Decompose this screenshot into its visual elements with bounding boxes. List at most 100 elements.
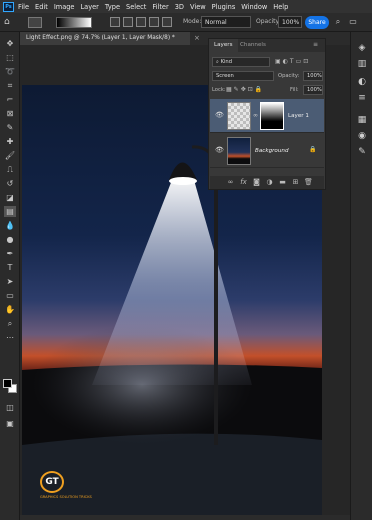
opacity-input[interactable]: 100% <box>278 16 302 28</box>
properties-icon[interactable]: ≡ <box>356 92 368 104</box>
layer-name: Layer 1 <box>288 113 309 119</box>
linear-gradient-button[interactable] <box>110 17 120 27</box>
learn-icon[interactable]: ◈ <box>356 42 368 54</box>
filter-kind-value: Kind <box>220 59 232 65</box>
panel-tab-strip: Layers Channels ≡ <box>209 39 325 52</box>
gradient-tool-icon[interactable]: ▤ <box>4 206 16 217</box>
layer-row-background[interactable]: 👁 Background 🔒 <box>210 134 324 168</box>
layer-mask-thumbnail[interactable] <box>260 102 284 130</box>
object-selection-tool-icon[interactable]: ⌗ <box>4 80 16 91</box>
document-tab[interactable]: Light Effect.png @ 74.7% (Layer 1, Layer… <box>20 32 190 45</box>
layers-icon[interactable]: ▦ <box>356 114 368 126</box>
radial-gradient-button[interactable] <box>123 17 133 27</box>
menu-image[interactable]: Image <box>54 3 75 11</box>
lock-icons[interactable]: ▦✎✥⊡🔒 <box>226 86 264 93</box>
edit-toolbar-icon[interactable]: ⋯ <box>4 332 16 343</box>
tab-channels[interactable]: Channels <box>235 39 271 52</box>
gradient-tool-preset-icon[interactable] <box>28 17 42 28</box>
watermark-logo: GT GRAPHICS SOLUTION TRICKS <box>40 471 100 505</box>
libraries-icon[interactable]: ▥ <box>356 58 368 70</box>
search-icon[interactable]: ⌕ <box>333 17 343 27</box>
clone-stamp-tool-icon[interactable]: ⎍ <box>4 164 16 175</box>
layers-panel-footer: ∞ fx ◙ ◑ ▬ ⊞ 🗑 <box>210 176 324 189</box>
fx-icon[interactable]: fx <box>239 178 248 186</box>
path-selection-tool-icon[interactable]: ➤ <box>4 276 16 287</box>
brush-tool-icon[interactable]: 🖌 <box>4 150 16 161</box>
new-layer-icon[interactable]: ⊞ <box>291 178 300 186</box>
history-brush-tool-icon[interactable]: ↺ <box>4 178 16 189</box>
rectangle-tool-icon[interactable]: ▭ <box>4 290 16 301</box>
menu-window[interactable]: Window <box>241 3 267 11</box>
dodge-tool-icon[interactable]: ● <box>4 234 16 245</box>
hand-tool-icon[interactable]: ✋ <box>4 304 16 315</box>
opacity-label: Opacity: <box>278 73 300 79</box>
mode-select[interactable]: Normal <box>201 16 251 28</box>
crop-tool-icon[interactable]: ⌐ <box>4 94 16 105</box>
tools-panel: ✥ ⬚ ➰ ⌗ ⌐ ⊠ ✎ ✚ 🖌 ⎍ ↺ ◪ ▤ 💧 ● ✒ T ➤ ▭ ✋ … <box>0 32 20 520</box>
menu-bar: Ps File Edit Image Layer Type Select Fil… <box>0 0 372 13</box>
lasso-tool-icon[interactable]: ➰ <box>4 66 16 77</box>
eye-icon[interactable]: 👁 <box>215 111 224 119</box>
menu-help[interactable]: Help <box>273 3 288 11</box>
close-tab-icon[interactable]: × <box>194 34 200 42</box>
new-group-icon[interactable]: ▬ <box>278 178 287 186</box>
layer-row-layer-1[interactable]: 👁 ∞ Layer 1 <box>210 99 324 133</box>
home-icon[interactable]: ⌂ <box>4 17 15 28</box>
link-layers-icon[interactable]: ∞ <box>226 178 235 186</box>
eraser-tool-icon[interactable]: ◪ <box>4 192 16 203</box>
lock-row: Lock: ▦✎✥⊡🔒 Fill: 100% <box>212 85 323 96</box>
document-tab-title: Light Effect.png @ 74.7% (Layer 1, Layer… <box>26 35 175 41</box>
filter-row: ⌕ Kind ▣◐T▭⊡ <box>212 57 323 68</box>
add-mask-icon[interactable]: ◙ <box>252 178 261 186</box>
channels-icon[interactable]: ◉ <box>356 130 368 142</box>
diamond-gradient-button[interactable] <box>162 17 172 27</box>
menu-select[interactable]: Select <box>126 3 146 11</box>
adjustment-layer-icon[interactable]: ◑ <box>265 178 274 186</box>
blend-mode-select[interactable]: Screen <box>212 71 274 81</box>
move-tool-icon[interactable]: ✥ <box>4 38 16 49</box>
eyedropper-tool-icon[interactable]: ✎ <box>4 122 16 133</box>
angle-gradient-button[interactable] <box>136 17 146 27</box>
filter-kind-select[interactable]: ⌕ Kind <box>212 57 270 67</box>
blur-tool-icon[interactable]: 💧 <box>4 220 16 231</box>
foreground-color-swatch[interactable] <box>3 379 12 388</box>
tab-layers[interactable]: Layers <box>209 39 238 52</box>
filter-icons[interactable]: ▣◐T▭⊡ <box>275 58 310 65</box>
artboard-tool-icon[interactable]: ⬚ <box>4 52 16 63</box>
adjustments-icon[interactable]: ◐ <box>356 76 368 88</box>
photoshop-app-icon[interactable]: Ps <box>3 1 14 12</box>
menu-filter[interactable]: Filter <box>152 3 168 11</box>
menu-edit[interactable]: Edit <box>35 3 48 11</box>
paths-icon[interactable]: ✎ <box>356 146 368 158</box>
eye-icon[interactable]: 👁 <box>215 146 224 154</box>
watermark-logo-mark: GT <box>40 471 64 493</box>
opacity-label: Opacity: <box>256 18 281 25</box>
options-bar: ⌂ Mode: Normal Opacity: 100% Share ⌕ ▭ <box>0 13 372 32</box>
lock-icon[interactable]: 🔒 <box>309 146 316 153</box>
share-button[interactable]: Share <box>305 16 329 29</box>
menu-plugins[interactable]: Plugins <box>212 3 236 11</box>
menu-layer[interactable]: Layer <box>80 3 98 11</box>
panel-menu-icon[interactable]: ≡ <box>313 41 318 48</box>
pen-tool-icon[interactable]: ✒ <box>4 248 16 259</box>
menu-file[interactable]: File <box>18 3 29 11</box>
frame-tool-icon[interactable]: ⊠ <box>4 108 16 119</box>
layer-thumbnail[interactable] <box>227 102 251 130</box>
zoom-tool-icon[interactable]: ⌕ <box>4 318 16 329</box>
status-bar <box>20 515 350 520</box>
quick-mask-icon[interactable]: ◫ <box>4 402 16 413</box>
type-tool-icon[interactable]: T <box>4 262 16 273</box>
background-thumbnail[interactable] <box>227 137 251 165</box>
reflected-gradient-button[interactable] <box>149 17 159 27</box>
layer-opacity-input[interactable]: 100% <box>303 71 323 81</box>
menu-type[interactable]: Type <box>105 3 120 11</box>
fill-input[interactable]: 100% <box>303 85 323 95</box>
menu-view[interactable]: View <box>190 3 206 11</box>
delete-layer-icon[interactable]: 🗑 <box>304 178 313 186</box>
menu-3d[interactable]: 3D <box>175 3 184 11</box>
link-icon[interactable]: ∞ <box>253 112 258 119</box>
screen-mode-icon[interactable]: ▣ <box>4 418 16 429</box>
gradient-picker[interactable] <box>56 17 92 28</box>
workspace-icon[interactable]: ▭ <box>348 17 358 27</box>
healing-brush-tool-icon[interactable]: ✚ <box>4 136 16 147</box>
